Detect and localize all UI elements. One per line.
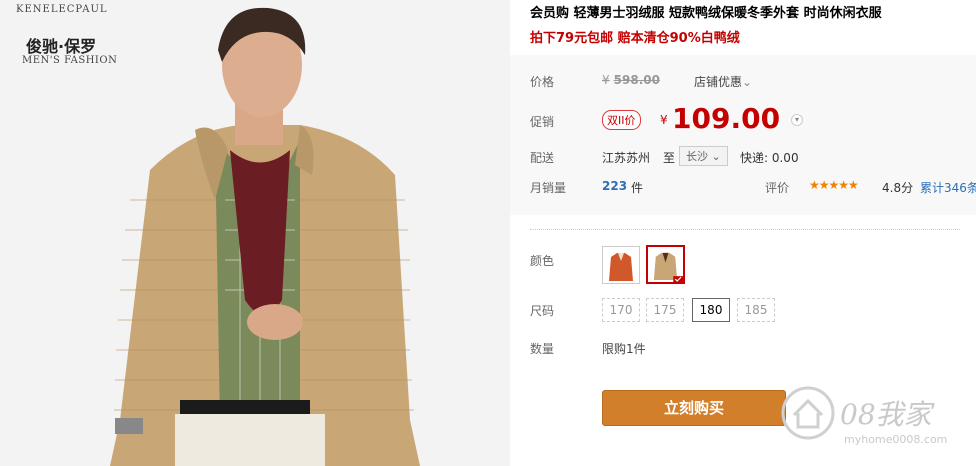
color-swatch-khaki[interactable] <box>646 245 685 284</box>
monthly-sales-label: 月销量 <box>530 181 567 195</box>
rating-label: 评价 <box>765 181 790 195</box>
size-label: 尺码 <box>530 304 555 318</box>
price-label: 价格 <box>530 75 555 89</box>
review-count-link[interactable]: 累计346条 <box>920 179 976 196</box>
promo-price: 109.00 <box>672 102 781 135</box>
original-price: ¥598.00 <box>602 73 660 87</box>
chevron-down-icon: ⌄ <box>742 75 753 89</box>
size-option[interactable]: 185 <box>737 298 775 322</box>
promo-badge: 双II价 <box>602 110 641 130</box>
store-promo-dropdown[interactable]: 店铺优惠⌄ <box>694 73 752 90</box>
ship-from: 江苏苏州 <box>602 151 651 165</box>
promo-currency-symbol: ¥ <box>660 113 668 127</box>
city-select-value: 长沙 <box>686 150 708 163</box>
watermark-text: 08我家 <box>840 398 932 431</box>
currency-symbol: ¥ <box>602 73 610 87</box>
product-subtitle: 拍下79元包邮 赔本清仓90%白鸭绒 <box>530 31 740 46</box>
color-label: 颜色 <box>530 254 555 268</box>
divider <box>530 229 960 230</box>
brand-subtitle: MEN'S FASHION <box>22 55 118 66</box>
city-select[interactable]: 长沙 ⌄ <box>679 146 728 166</box>
color-swatch-orange[interactable] <box>602 246 640 284</box>
brand-arc-text: KENELECPAUL <box>16 4 108 15</box>
store-promo-label: 店铺优惠 <box>694 75 743 89</box>
model-illustration <box>0 0 510 466</box>
product-info: 会员购 轻薄男士羽绒服 短款鸭绒保暖冬季外套 时尚休闲衣服 拍下79元包邮 赔本… <box>510 0 976 466</box>
brand-logo: 俊驰·保罗 <box>26 37 97 56</box>
shipping-label: 配送 <box>530 151 555 165</box>
product-title: 会员购 轻薄男士羽绒服 短款鸭绒保暖冬季外套 时尚休闲衣服 <box>530 6 882 21</box>
original-price-value: 598.00 <box>613 73 660 87</box>
monthly-sales-unit: 件 <box>631 181 644 195</box>
watermark: 08我家 myhome0008.com <box>780 385 947 446</box>
rating-stars: ★★★★★ <box>809 178 859 192</box>
buy-now-button[interactable]: 立刻购买 <box>602 390 786 426</box>
house-logo-icon <box>781 386 835 440</box>
promo-label: 促销 <box>530 115 555 129</box>
khaki-jacket-thumbnail <box>648 247 683 282</box>
product-photo: KENELECPAUL 俊驰·保罗 MEN'S FASHION <box>0 0 510 466</box>
rating-score: 4.8分 <box>882 181 914 195</box>
size-option[interactable]: 175 <box>646 298 684 322</box>
orange-jacket-thumbnail <box>603 247 639 283</box>
size-option-selected[interactable]: 180 <box>692 298 730 322</box>
purchase-limit: 限购1件 <box>602 342 646 356</box>
express-fee: 快递: 0.00 <box>740 151 799 165</box>
monthly-sales-count: 223 <box>602 179 628 193</box>
size-option[interactable]: 170 <box>602 298 640 322</box>
ship-to-word: 至 <box>663 151 676 165</box>
watermark-url: myhome0008.com <box>844 433 948 446</box>
chevron-down-icon[interactable]: ▾ <box>791 114 803 126</box>
quantity-label: 数量 <box>530 342 555 356</box>
